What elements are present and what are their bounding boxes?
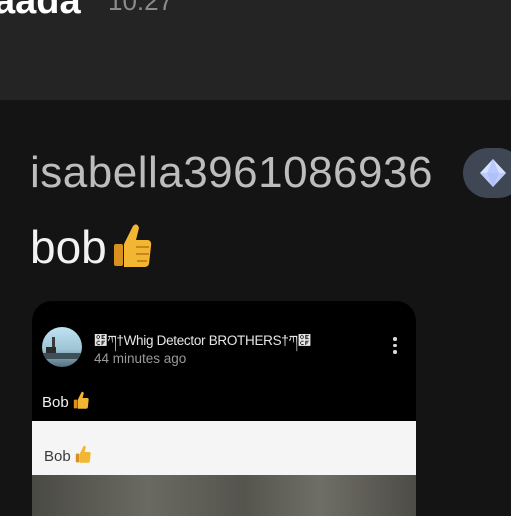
top-bar: aada 10:27 <box>0 0 511 100</box>
post-text: Bob <box>42 390 91 414</box>
diamond-icon <box>480 159 506 187</box>
preview-text-label: Bob <box>44 448 71 465</box>
message-text-label: bob <box>30 221 107 273</box>
author-avatar[interactable] <box>42 327 82 367</box>
kebab-menu-icon[interactable] <box>392 337 398 357</box>
header-name: aada <box>0 0 81 22</box>
post-timestamp: 44 minutes ago <box>94 351 187 366</box>
thumbs-up-icon <box>71 390 91 414</box>
post-text-label: Bob <box>42 394 69 411</box>
user-badge[interactable] <box>463 148 511 198</box>
shared-post-card[interactable]: ໏ཀ†Whig Detector BROTHERS†ཀ໏ 44 minutes … <box>32 301 416 516</box>
thumbs-up-icon <box>111 220 153 281</box>
message-username[interactable]: isabella3961086936 <box>30 148 433 198</box>
thumbs-up-icon <box>73 444 93 468</box>
preview-text: Bob <box>44 444 93 468</box>
post-photo[interactable] <box>32 475 416 516</box>
header-time: 10:27 <box>108 0 174 16</box>
message-text: bob <box>30 220 153 281</box>
